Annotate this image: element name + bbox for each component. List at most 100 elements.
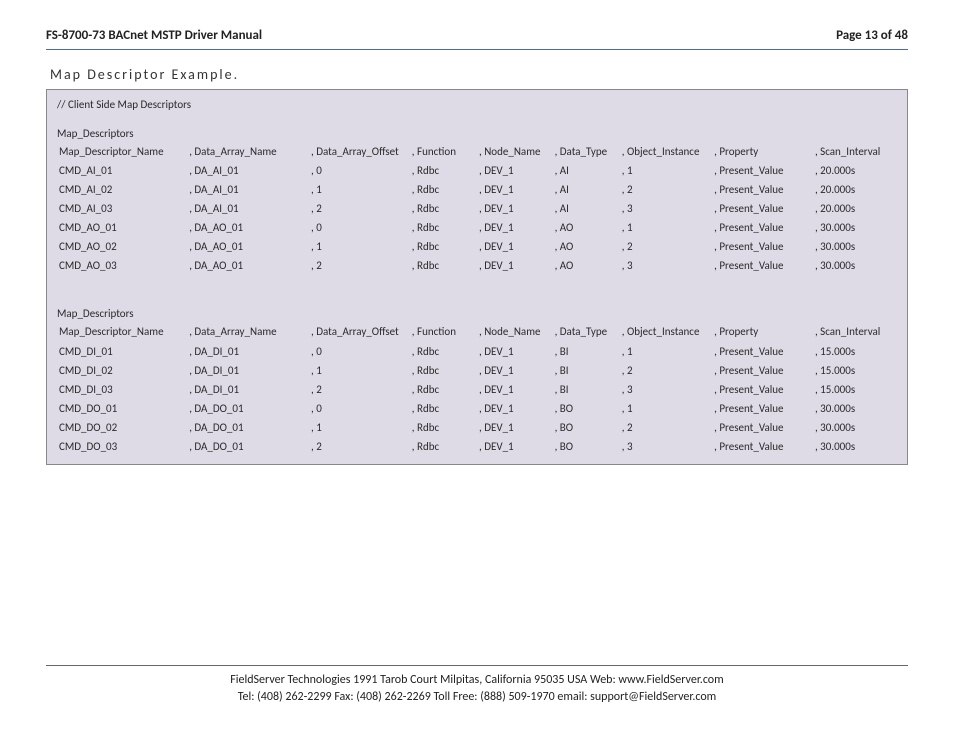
table-cell: , Present_Value [712,418,813,437]
table-cell: , DA_DI_01 [187,361,309,380]
table-row: CMD_DO_03, DA_DO_01, 2, Rdbc, DEV_1, BO,… [57,437,897,456]
table-cell: , 15.000s [813,361,897,380]
table-cell: , Rdbc [410,380,477,399]
table-row: CMD_AI_02, DA_AI_01, 1, Rdbc, DEV_1, AI,… [57,180,897,199]
page-number: Page 13 of 48 [836,28,908,43]
table-cell: , DA_AI_01 [187,180,309,199]
table-cell: , DEV_1 [477,237,553,256]
table-cell: , AI [553,161,620,180]
table-cell: , DEV_1 [477,180,553,199]
table-cell: , 2 [620,418,712,437]
table-header-cell: , Data_Array_Name [187,322,309,341]
table-header-cell: , Scan_Interval [813,142,897,161]
code-box: // Client Side Map Descriptors Map_Descr… [46,89,908,465]
table-cell: , 1 [309,361,410,380]
table-cell: , 2 [620,237,712,256]
table-cell: , DEV_1 [477,218,553,237]
table-cell: , BI [553,342,620,361]
table-cell: , 30.000s [813,218,897,237]
table-cell: , AI [553,180,620,199]
table-cell: , DA_DI_01 [187,342,309,361]
table-header-cell: , Node_Name [477,322,553,341]
table-cell: , Rdbc [410,361,477,380]
table-row: CMD_DI_01, DA_DI_01, 0, Rdbc, DEV_1, BI,… [57,342,897,361]
table-cell: , 20.000s [813,180,897,199]
table-cell: , AI [553,199,620,218]
table-cell: , Rdbc [410,342,477,361]
footer-line-2: Tel: (408) 262-2299 Fax: (408) 262-2269 … [46,689,908,706]
table-cell: , Rdbc [410,199,477,218]
table-cell: , 1 [309,418,410,437]
table-cell: CMD_AO_03 [57,256,187,275]
table-cell: , Rdbc [410,256,477,275]
block-label-2: Map_Descriptors [57,305,897,322]
table-cell: , BI [553,380,620,399]
table-row: CMD_AI_01, DA_AI_01, 0, Rdbc, DEV_1, AI,… [57,161,897,180]
table-cell: CMD_DI_01 [57,342,187,361]
table-cell: , DEV_1 [477,342,553,361]
table-cell: , BO [553,437,620,456]
table-cell: , 15.000s [813,342,897,361]
table-cell: , Rdbc [410,418,477,437]
table-cell: CMD_DO_01 [57,399,187,418]
table-header-row: Map_Descriptor_Name, Data_Array_Name, Da… [57,322,897,341]
table-cell: , DEV_1 [477,199,553,218]
code-comment: // Client Side Map Descriptors [57,96,897,113]
table-cell: , 30.000s [813,418,897,437]
table-cell: , DEV_1 [477,380,553,399]
table-row: CMD_DI_03, DA_DI_01, 2, Rdbc, DEV_1, BI,… [57,380,897,399]
table-cell: , DEV_1 [477,399,553,418]
table-cell: , 2 [309,380,410,399]
table-cell: CMD_DO_02 [57,418,187,437]
table-header-cell: , Data_Type [553,322,620,341]
table-cell: , DA_AO_01 [187,256,309,275]
table-cell: , 1 [620,342,712,361]
map-table-2: Map_Descriptor_Name, Data_Array_Name, Da… [57,322,897,455]
table-cell: , DA_AO_01 [187,218,309,237]
table-cell: , 0 [309,218,410,237]
table-cell: , DA_AO_01 [187,237,309,256]
table-cell: , 2 [309,437,410,456]
table-cell: , Present_Value [712,437,813,456]
table-cell: , 0 [309,161,410,180]
table-row: CMD_AI_03, DA_AI_01, 2, Rdbc, DEV_1, AI,… [57,199,897,218]
table-row: CMD_DI_02, DA_DI_01, 1, Rdbc, DEV_1, BI,… [57,361,897,380]
table-header-cell: , Scan_Interval [813,322,897,341]
table-cell: , Present_Value [712,399,813,418]
table-cell: , Present_Value [712,361,813,380]
table-row: CMD_AO_03, DA_AO_01, 2, Rdbc, DEV_1, AO,… [57,256,897,275]
block-label-1: Map_Descriptors [57,125,897,142]
table-cell: , Present_Value [712,380,813,399]
table-cell: , Present_Value [712,237,813,256]
table-cell: CMD_AI_03 [57,199,187,218]
table-cell: , 3 [620,199,712,218]
table-header-cell: Map_Descriptor_Name [57,142,187,161]
table-cell: , Rdbc [410,161,477,180]
table-cell: , 3 [620,437,712,456]
table-cell: , 0 [309,342,410,361]
table-header-cell: , Data_Type [553,142,620,161]
table-cell: , 0 [309,399,410,418]
map-table-1: Map_Descriptor_Name, Data_Array_Name, Da… [57,142,897,275]
table-header-cell: , Function [410,322,477,341]
table-cell: , BO [553,418,620,437]
page-footer: FieldServer Technologies 1991 Tarob Cour… [46,665,908,706]
table-row: CMD_AO_02, DA_AO_01, 1, Rdbc, DEV_1, AO,… [57,237,897,256]
table-cell: , Rdbc [410,218,477,237]
table-cell: , 2 [309,199,410,218]
table-cell: , 1 [620,161,712,180]
table-row: CMD_DO_01, DA_DO_01, 0, Rdbc, DEV_1, BO,… [57,399,897,418]
table-cell: , 30.000s [813,256,897,275]
table-cell: , BI [553,361,620,380]
table-cell: , AO [553,256,620,275]
table-row: CMD_DO_02, DA_DO_01, 1, Rdbc, DEV_1, BO,… [57,418,897,437]
table-cell: , 1 [620,399,712,418]
table-cell: , Present_Value [712,256,813,275]
table-cell: , 30.000s [813,237,897,256]
table-cell: , 1 [309,237,410,256]
table-cell: , Rdbc [410,437,477,456]
table-cell: , 30.000s [813,437,897,456]
table-cell: , 2 [620,361,712,380]
table-cell: , DEV_1 [477,361,553,380]
table-cell: , AO [553,237,620,256]
